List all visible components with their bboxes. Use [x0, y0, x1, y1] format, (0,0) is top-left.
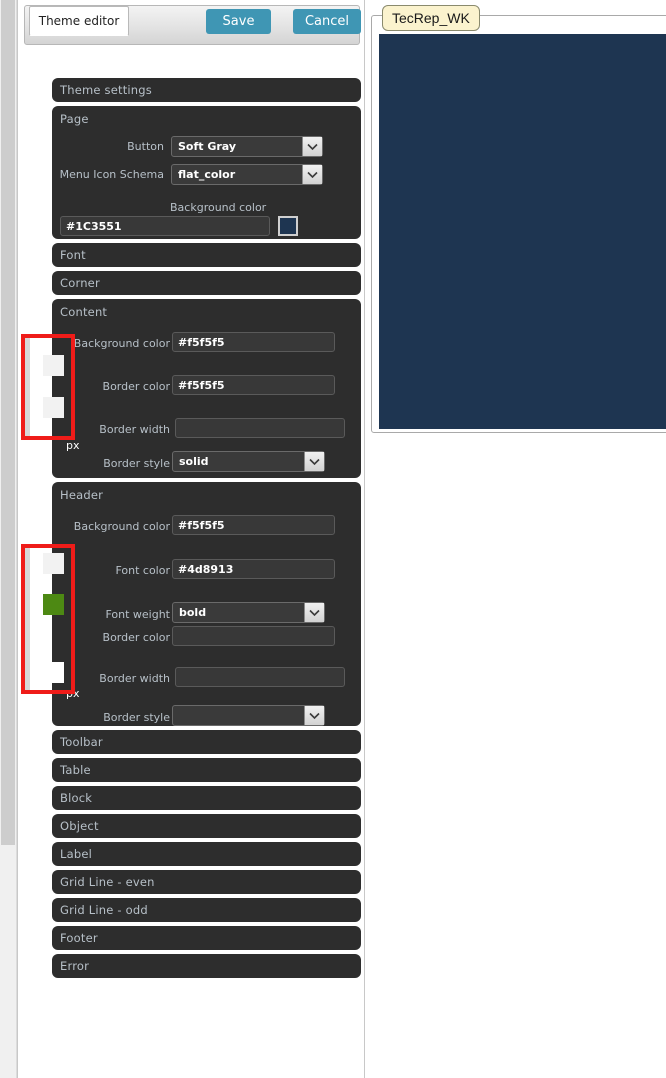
label-header-font-weight: Font weight [105, 608, 170, 621]
label-page-background-color: Background color [170, 201, 267, 214]
accordion-label-error: Error [60, 959, 90, 973]
input-header-border-width[interactable] [175, 667, 345, 687]
preview-tab-tecrep-wk[interactable]: TecRep_WK [382, 5, 480, 31]
accordion-header-toolbar[interactable]: Toolbar [52, 730, 361, 754]
select-header-font-weight-value: bold [179, 606, 207, 619]
label-header-border-color: Border color [102, 631, 170, 644]
chevron-down-icon [302, 165, 322, 184]
chevron-down-icon [302, 137, 322, 156]
label-content-border-color: Border color [102, 380, 170, 393]
accordion-header-theme-settings[interactable]: Theme settings [52, 78, 361, 102]
preview-canvas [379, 34, 666, 429]
swatch-header-border-color[interactable] [43, 662, 64, 683]
accordion-label-table: Table [60, 763, 91, 777]
select-page-menu-icon-schema-value: flat_color [178, 168, 236, 181]
accordion-panel-content: Content Background color Border color Bo… [52, 299, 361, 478]
tab-theme-editor[interactable]: Theme editor [29, 6, 129, 36]
cancel-button-label: Cancel [304, 14, 350, 29]
select-content-border-style-value: solid [179, 455, 209, 468]
select-header-border-style[interactable] [172, 705, 325, 726]
accordion-label-label: Label [60, 847, 93, 861]
swatch-header-background-color[interactable] [43, 553, 64, 574]
save-button[interactable]: Save [206, 9, 271, 34]
page-scrollbar-thumb[interactable] [1, 0, 15, 845]
input-page-background-color[interactable] [60, 216, 270, 236]
header-swatch-strip-shade [25, 548, 30, 691]
input-content-background-color[interactable] [172, 332, 335, 352]
accordion-header-error[interactable]: Error [52, 954, 361, 978]
input-header-background-color[interactable] [172, 515, 335, 535]
screen-root: Theme editor Save Cancel Theme settings … [0, 0, 666, 1078]
accordion-label-toolbar: Toolbar [60, 735, 103, 749]
chevron-down-icon [304, 603, 324, 622]
label-content-background-color: Background color [73, 337, 170, 350]
select-content-border-style[interactable]: solid [172, 451, 325, 472]
label-header-font-color: Font color [115, 564, 170, 577]
label-header-border-style: Border style [103, 711, 170, 724]
label-page-menu-icon-schema: Menu Icon Schema [59, 168, 164, 181]
input-content-border-color[interactable] [172, 375, 335, 395]
input-header-font-color[interactable] [172, 559, 335, 579]
unit-header-border-width: px [66, 687, 80, 700]
content-swatch-strip-shade [25, 338, 30, 436]
accordion-label-theme-settings: Theme settings [60, 83, 152, 97]
accordion-label-header: Header [60, 488, 104, 502]
accordion-header-block[interactable]: Block [52, 786, 361, 810]
select-page-menu-icon-schema[interactable]: flat_color [171, 164, 323, 185]
accordion-label-grid-line-even: Grid Line - even [60, 875, 155, 889]
accordion-label-grid-line-odd: Grid Line - odd [60, 903, 148, 917]
tab-theme-editor-label: Theme editor [38, 14, 120, 28]
accordion-header-object[interactable]: Object [52, 814, 361, 838]
accordion-header-corner[interactable]: Corner [52, 271, 361, 295]
select-page-button-value: Soft Gray [178, 140, 237, 153]
swatch-page-background-color[interactable] [278, 216, 298, 236]
page-scrollbar-track[interactable] [0, 0, 17, 1078]
unit-content-border-width: px [66, 439, 80, 452]
cancel-button[interactable]: Cancel [293, 9, 361, 34]
input-content-border-width[interactable] [175, 418, 345, 438]
accordion-label-font: Font [60, 248, 86, 262]
select-header-font-weight[interactable]: bold [172, 602, 325, 623]
swatch-header-font-color[interactable] [43, 594, 64, 615]
accordion-header-table[interactable]: Table [52, 758, 361, 782]
accordion-header-label[interactable]: Label [52, 842, 361, 866]
label-page-button: Button [127, 140, 164, 153]
accordion-panel-header: Header Background color Font color Font … [52, 482, 361, 726]
accordion-label-page: Page [60, 112, 89, 126]
label-header-border-width: Border width [99, 672, 170, 685]
label-content-border-width: Border width [99, 423, 170, 436]
accordion-label-footer: Footer [60, 931, 98, 945]
accordion-label-corner: Corner [60, 276, 100, 290]
accordion-header-grid-line-odd[interactable]: Grid Line - odd [52, 898, 361, 922]
chevron-down-icon [304, 452, 324, 471]
swatch-content-background-color[interactable] [43, 355, 64, 376]
select-page-button[interactable]: Soft Gray [171, 136, 323, 157]
theme-accordion: Theme settings Page Button Soft Gray Men… [52, 78, 361, 982]
label-content-border-style: Border style [103, 457, 170, 470]
chevron-down-icon [304, 706, 324, 725]
theme-editor-dialog: Theme editor Save Cancel Theme settings … [17, 0, 365, 1078]
accordion-label-object: Object [60, 819, 99, 833]
accordion-header-footer[interactable]: Footer [52, 926, 361, 950]
accordion-header-grid-line-even[interactable]: Grid Line - even [52, 870, 361, 894]
accordion-panel-page: Page Button Soft Gray Menu Icon Schema f… [52, 106, 361, 239]
accordion-label-content: Content [60, 305, 108, 319]
accordion-label-block: Block [60, 791, 93, 805]
input-header-border-color[interactable] [172, 626, 335, 646]
preview-tab-label: TecRep_WK [392, 10, 470, 26]
save-button-label: Save [222, 14, 255, 29]
preview-panel: TecRep_WK [371, 5, 666, 433]
swatch-content-border-color[interactable] [43, 397, 64, 418]
label-header-background-color: Background color [73, 520, 170, 533]
accordion-header-font[interactable]: Font [52, 243, 361, 267]
